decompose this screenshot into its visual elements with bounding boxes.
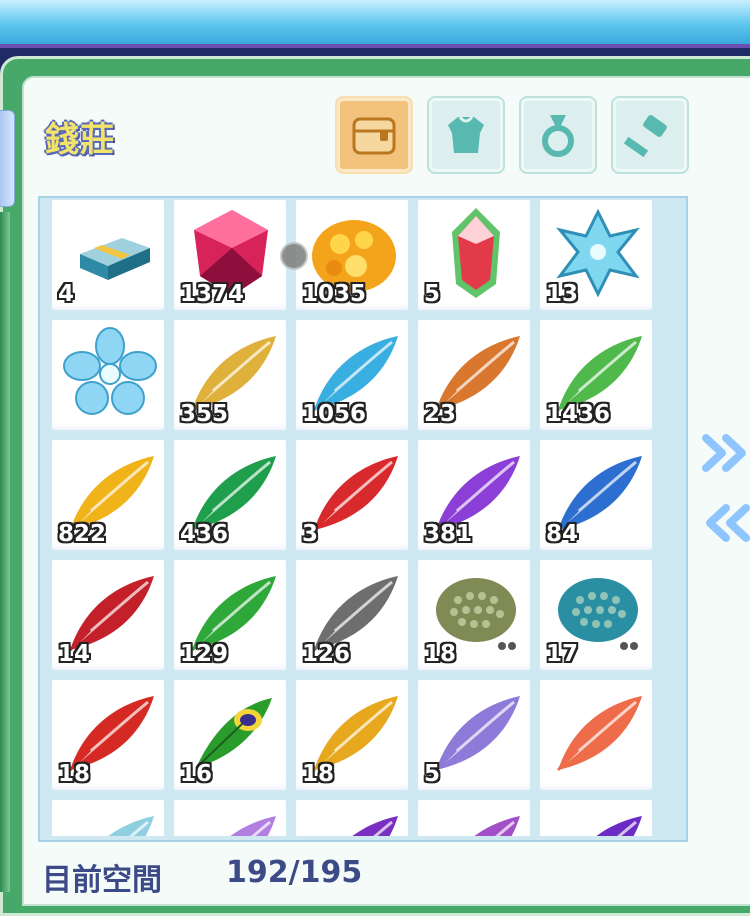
item-quantity: 355 (180, 401, 229, 427)
double-chevron-right-icon[interactable] (700, 430, 750, 476)
item-quantity: 5 (424, 761, 441, 787)
feather-icon (434, 696, 520, 772)
storage-space-value: 192/195 (226, 855, 363, 890)
storage-grid[interactable]: 4 1374 1035 5 13 355 1056 23 1436 822 43… (50, 198, 672, 836)
item-slot[interactable]: 1374 (172, 198, 288, 312)
side-tab[interactable] (0, 110, 15, 207)
item-slot[interactable]: 5 (416, 678, 532, 792)
armor-icon (448, 116, 484, 153)
item-slot[interactable]: 381 (416, 438, 532, 552)
tab-ring[interactable] (519, 96, 597, 174)
feather-icon (352, 816, 398, 836)
feather-icon (230, 816, 276, 836)
tab-weapon[interactable] (611, 96, 689, 174)
item-quantity: 17 (546, 641, 579, 667)
rainbow-crystal-icon (452, 208, 500, 298)
storage-space-label: 目前空間 (42, 863, 162, 898)
item-quantity: 822 (58, 521, 107, 547)
item-slot[interactable] (172, 798, 288, 836)
item-quantity: 14 (58, 641, 91, 667)
item-quantity: 4 (58, 281, 75, 307)
item-quantity: 3 (302, 521, 319, 547)
feather-icon (108, 816, 154, 836)
item-slot[interactable]: 17 (538, 558, 654, 672)
item-slot[interactable] (416, 798, 532, 836)
item-slot[interactable]: 129 (172, 558, 288, 672)
item-slot[interactable] (538, 798, 654, 836)
item-quantity: 126 (302, 641, 351, 667)
item-slot[interactable]: 126 (294, 558, 410, 672)
item-slot[interactable]: 14 (50, 558, 166, 672)
top-title-band (0, 0, 750, 48)
grid-scrollbar[interactable] (670, 200, 678, 840)
ring-icon (542, 115, 574, 157)
item-quantity: 5 (424, 281, 441, 307)
item-slot[interactable]: 16 (172, 678, 288, 792)
item-quantity: 1035 (302, 281, 367, 307)
item-slot[interactable]: 822 (50, 438, 166, 552)
item-quantity: 18 (302, 761, 335, 787)
item-slot[interactable] (50, 318, 166, 432)
item-quantity: 84 (546, 521, 579, 547)
item-slot[interactable]: 1056 (294, 318, 410, 432)
hammer-icon (623, 115, 667, 158)
feather-icon (474, 816, 520, 836)
item-quantity: 16 (180, 761, 213, 787)
item-slot[interactable]: 84 (538, 438, 654, 552)
book-icon (80, 238, 150, 280)
item-quantity: 1374 (180, 281, 245, 307)
item-slot[interactable]: 1035 (294, 198, 410, 312)
treasure-chest-icon (352, 117, 396, 155)
item-quantity: 23 (424, 401, 457, 427)
item-slot[interactable]: 18 (294, 678, 410, 792)
item-quantity: 18 (58, 761, 91, 787)
item-slot[interactable] (294, 798, 410, 836)
item-quantity: 381 (424, 521, 473, 547)
item-slot[interactable] (538, 678, 654, 792)
item-slot[interactable]: 3 (294, 438, 410, 552)
window-title: 錢莊 (45, 120, 115, 160)
item-slot[interactable]: 436 (172, 438, 288, 552)
item-quantity: 18 (424, 641, 457, 667)
item-quantity: 13 (546, 281, 579, 307)
item-slot[interactable]: 23 (416, 318, 532, 432)
item-slot[interactable]: 355 (172, 318, 288, 432)
item-quantity: 129 (180, 641, 229, 667)
side-bar (0, 212, 10, 892)
item-slot[interactable]: 18 (50, 678, 166, 792)
item-quantity: 436 (180, 521, 229, 547)
item-slot[interactable]: 13 (538, 198, 654, 312)
feather-icon (556, 696, 642, 772)
item-slot[interactable]: 1436 (538, 318, 654, 432)
double-chevron-left-icon[interactable] (700, 500, 750, 546)
feather-icon (596, 816, 642, 836)
item-slot[interactable]: 18 (416, 558, 532, 672)
item-slot[interactable]: 5 (416, 198, 532, 312)
item-slot[interactable]: 4 (50, 198, 166, 312)
tab-treasure-chest[interactable] (335, 96, 413, 174)
feather-icon (312, 456, 398, 532)
ice-flower-icon (63, 327, 157, 415)
tab-armor[interactable] (427, 96, 505, 174)
item-quantity: 1436 (546, 401, 611, 427)
item-slot[interactable] (50, 798, 166, 836)
cursor-indicator (280, 242, 308, 270)
item-quantity: 1056 (302, 401, 367, 427)
